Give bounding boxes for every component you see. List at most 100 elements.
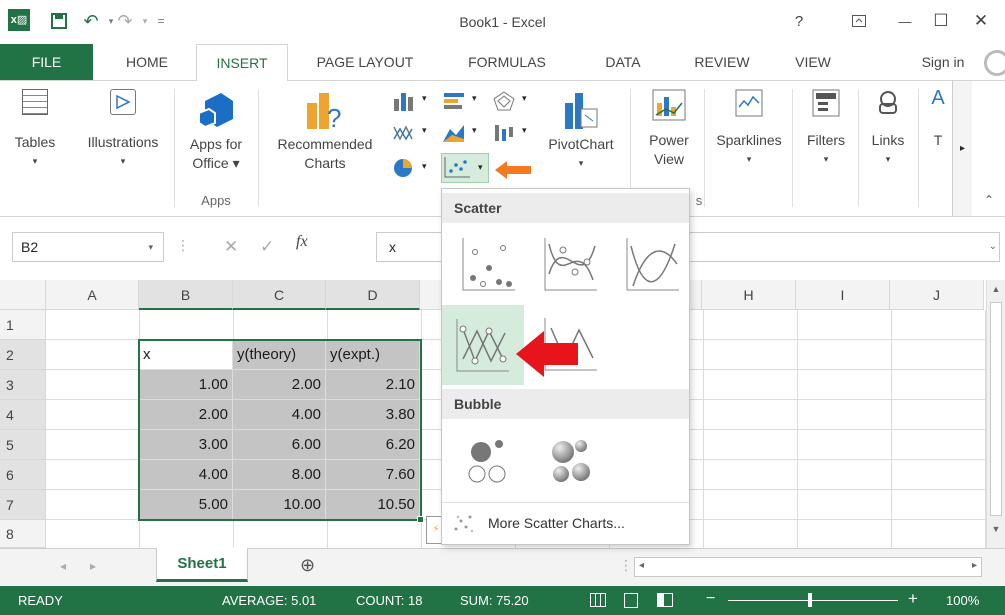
table-cell[interactable]: 7.60 (326, 460, 420, 490)
normal-view-icon[interactable] (590, 593, 606, 607)
table-cell[interactable]: 2.00 (233, 370, 326, 400)
scatter-chart-button[interactable]: ▾ (441, 153, 489, 183)
prev-sheet-icon[interactable]: ◂ (60, 559, 66, 573)
bar-chart-button[interactable]: ▾ (442, 91, 482, 113)
bubble-3d-option[interactable] (534, 425, 608, 495)
table-cell[interactable]: 10.00 (233, 490, 326, 520)
scatter-option[interactable] (452, 229, 526, 299)
row-header-1[interactable]: 1 (0, 310, 46, 340)
new-sheet-button[interactable]: ⊕ (300, 555, 315, 576)
row-header-5[interactable]: 5 (0, 430, 46, 460)
links-button[interactable]: Links ▾ (860, 89, 916, 169)
scroll-thumb[interactable] (990, 302, 1002, 516)
table-cell[interactable]: 4.00 (233, 400, 326, 430)
fill-handle[interactable] (417, 516, 424, 523)
row-header-8[interactable]: 8 (0, 520, 46, 548)
column-chart-button[interactable]: ▾ (392, 91, 432, 113)
minimize-button[interactable]: — (888, 8, 922, 34)
area-chart-button[interactable]: ▾ (442, 123, 482, 145)
row-header-7[interactable]: 7 (0, 490, 46, 520)
close-button[interactable]: ✕ (964, 8, 998, 34)
table-cell[interactable]: 1.00 (139, 370, 233, 400)
tab-formulas[interactable]: FORMULAS (452, 44, 562, 80)
table-cell[interactable]: 5.00 (139, 490, 233, 520)
text-button[interactable]: A T (924, 89, 952, 150)
table-cell[interactable]: 8.00 (233, 460, 326, 490)
cancel-entry-button[interactable]: ✕ (224, 237, 238, 257)
table-cell[interactable]: 6.20 (326, 430, 420, 460)
scatter-smooth-lines-option[interactable] (616, 229, 690, 299)
scatter-straight-lines-markers-option[interactable] (442, 305, 524, 385)
column-header-j[interactable]: J (890, 280, 984, 310)
maximize-button[interactable]: ☐ (924, 8, 958, 34)
sign-in-link[interactable]: Sign in (908, 44, 978, 80)
sparklines-button[interactable]: Sparklines ▾ (708, 89, 790, 169)
enter-button[interactable]: ✓ (260, 237, 274, 257)
zoom-in-button[interactable]: + (908, 589, 918, 609)
scroll-left-icon[interactable]: ◂ (639, 560, 644, 571)
zoom-level[interactable]: 100% (946, 593, 979, 608)
tables-button[interactable]: Tables ▾ (6, 89, 64, 171)
table-cell[interactable]: 2.00 (139, 400, 233, 430)
column-header-d[interactable]: D (326, 280, 420, 310)
line-chart-button[interactable]: ▾ (392, 123, 432, 145)
insert-function-button[interactable]: fx (296, 233, 308, 251)
radar-chart-button[interactable]: ▾ (492, 91, 532, 113)
ribbon-scroll-right-button[interactable]: ▸ (952, 81, 972, 216)
zoom-out-button[interactable]: − (706, 590, 715, 608)
tab-view[interactable]: VIEW (780, 44, 846, 80)
table-cell[interactable]: 3.00 (139, 430, 233, 460)
status-average[interactable]: AVERAGE: 5.01 (222, 593, 316, 608)
status-count[interactable]: COUNT: 18 (356, 593, 422, 608)
page-layout-view-icon[interactable] (624, 593, 638, 608)
select-all-corner[interactable] (0, 280, 46, 310)
table-cell[interactable]: 3.80 (326, 400, 420, 430)
scroll-right-icon[interactable]: ▸ (972, 560, 977, 571)
name-box[interactable]: B2 ▾ (12, 232, 164, 262)
table-cell[interactable]: 10.50 (326, 490, 420, 520)
pie-chart-button[interactable]: ▾ (392, 157, 432, 181)
scroll-up-icon[interactable]: ▲ (987, 280, 1005, 298)
table-header-cell[interactable]: x (139, 340, 233, 370)
stock-chart-button[interactable]: ▾ (492, 123, 532, 145)
column-header-i[interactable]: I (796, 280, 890, 310)
status-sum[interactable]: SUM: 75.20 (460, 593, 529, 608)
help-button[interactable]: ? (782, 8, 816, 34)
tab-insert[interactable]: INSERT (196, 44, 288, 81)
row-header-4[interactable]: 4 (0, 400, 46, 430)
row-header-6[interactable]: 6 (0, 460, 46, 490)
column-header-h[interactable]: H (702, 280, 796, 310)
next-sheet-icon[interactable]: ▸ (90, 559, 96, 573)
tab-file[interactable]: FILE (0, 44, 93, 80)
vertical-scrollbar[interactable]: ▲ ▼ (986, 280, 1005, 548)
collapse-ribbon-icon[interactable]: ⌃ (984, 193, 994, 207)
pivotchart-button[interactable]: PivotChart ▾ (536, 89, 626, 173)
table-cell[interactable]: 6.00 (233, 430, 326, 460)
table-header-cell[interactable]: y(theory) (233, 340, 326, 370)
expand-formula-bar-icon[interactable]: ⌄ (989, 233, 997, 261)
sheet-tab-sheet1[interactable]: Sheet1 (156, 548, 248, 582)
tab-review[interactable]: REVIEW (676, 44, 768, 80)
horizontal-scrollbar[interactable]: ◂ ▸ (634, 557, 982, 577)
page-break-view-icon[interactable] (657, 593, 673, 607)
column-header-a[interactable]: A (46, 280, 139, 310)
column-header-b[interactable]: B (139, 280, 233, 310)
scroll-down-icon[interactable]: ▼ (987, 520, 1005, 538)
tab-data[interactable]: DATA (588, 44, 658, 80)
table-cell[interactable]: 2.10 (326, 370, 420, 400)
row-header-3[interactable]: 3 (0, 370, 46, 400)
zoom-slider-thumb[interactable] (808, 593, 812, 607)
table-header-cell[interactable]: y(expt.) (326, 340, 420, 370)
scatter-smooth-lines-markers-option[interactable] (534, 229, 608, 299)
power-view-button[interactable]: Power View (636, 89, 702, 169)
name-box-dropdown-icon[interactable]: ▾ (148, 233, 153, 261)
zoom-slider[interactable] (728, 593, 898, 607)
illustrations-button[interactable]: Illustrations ▾ (76, 89, 170, 171)
ribbon-display-options-icon[interactable] (842, 8, 876, 34)
apps-for-office-button[interactable]: Apps for Office ▾ (178, 89, 254, 173)
account-avatar-icon[interactable] (984, 50, 1005, 76)
filters-button[interactable]: Filters ▾ (796, 89, 856, 169)
table-cell[interactable]: 4.00 (139, 460, 233, 490)
tab-home[interactable]: HOME (107, 44, 187, 80)
row-header-2[interactable]: 2 (0, 340, 46, 370)
